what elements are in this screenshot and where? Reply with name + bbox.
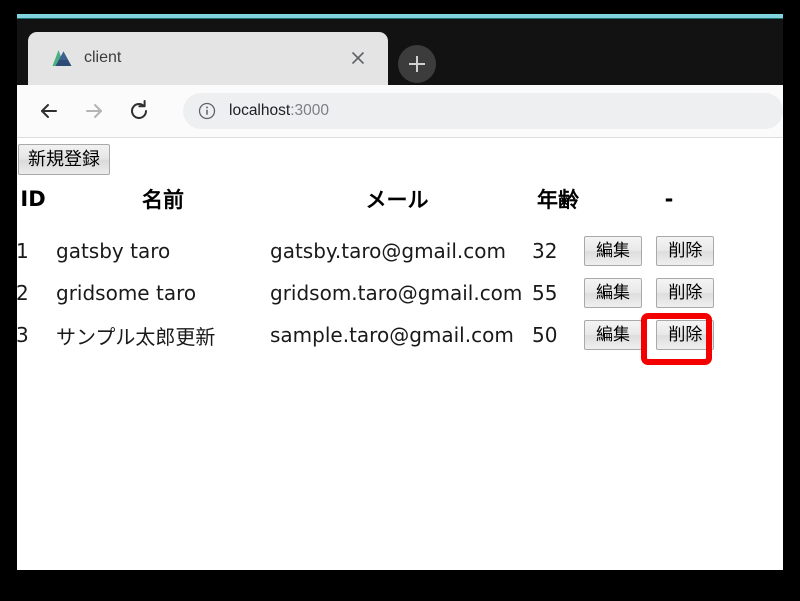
tab-client[interactable]: client [28,32,388,85]
browser-toolbar: localhost:3000 [17,85,783,138]
cell-id: 2 [17,281,29,305]
info-circle-icon[interactable] [198,102,216,120]
column-header-name: 名前 [142,188,184,212]
delete-button[interactable]: 削除 [656,320,715,350]
column-header-email: メール [365,188,429,212]
reload-icon[interactable] [124,96,154,126]
cell-id: 3 [17,323,29,347]
table-header-row: ID 名前 メール 年齢 - [17,184,754,230]
cell-name: gatsby taro [56,239,171,263]
cell-email: gridsom.taro@gmail.com [270,281,523,305]
table-row: 1 gatsby taro gatsby.taro@gmail.com 32 編… [17,230,754,272]
gatsby-mountain-icon [52,48,73,68]
cell-email: sample.taro@gmail.com [270,323,514,347]
forward-arrow-icon [79,96,109,126]
cell-actions: 編集 削除 [584,314,754,356]
close-icon[interactable] [348,48,368,68]
new-registration-button[interactable]: 新規登録 [18,144,110,175]
cell-actions: 編集 削除 [584,230,754,272]
address-bar-text: localhost:3000 [229,101,329,121]
edit-button[interactable]: 編集 [584,278,642,308]
cell-email: gatsby.taro@gmail.com [270,239,506,263]
cell-id: 1 [17,239,29,263]
column-header-id: ID [20,187,46,211]
browser-window: client localhost:3000 新規登録 ID 名前 メール 年齢 … [17,19,783,570]
new-tab-button[interactable] [398,45,436,83]
cell-name: gridsome taro [56,281,197,305]
cell-age: 50 [532,323,558,347]
url-host: localhost [229,102,291,119]
edit-button[interactable]: 編集 [584,236,642,266]
address-bar[interactable]: localhost:3000 [183,93,783,129]
screenshot-root: client localhost:3000 新規登録 ID 名前 メール 年齢 … [0,0,800,601]
back-arrow-icon[interactable] [34,96,64,126]
url-port: :3000 [290,102,329,119]
users-table: ID 名前 メール 年齢 - 1 gatsby taro gatsby.taro… [17,184,754,356]
column-header-actions: - [664,187,674,211]
edit-button[interactable]: 編集 [584,320,642,350]
table-row: 3 サンプル太郎更新 sample.taro@gmail.com 50 編集 削… [17,314,754,356]
delete-button[interactable]: 削除 [656,236,715,266]
cell-age: 55 [532,281,558,305]
column-header-age: 年齢 [537,188,579,212]
table-header: ID 名前 メール 年齢 - [17,184,754,230]
cell-age: 32 [532,239,558,263]
tab-strip: client [17,19,783,85]
delete-button[interactable]: 削除 [656,278,715,308]
table-body: 1 gatsby taro gatsby.taro@gmail.com 32 編… [17,230,754,356]
page-content: 新規登録 ID 名前 メール 年齢 - 1 gatsby taro gatsby… [17,138,783,570]
cell-name: サンプル太郎更新 [56,324,216,349]
table-row: 2 gridsome taro gridsom.taro@gmail.com 5… [17,272,754,314]
cell-actions: 編集 削除 [584,272,754,314]
tab-title: client [84,49,122,66]
